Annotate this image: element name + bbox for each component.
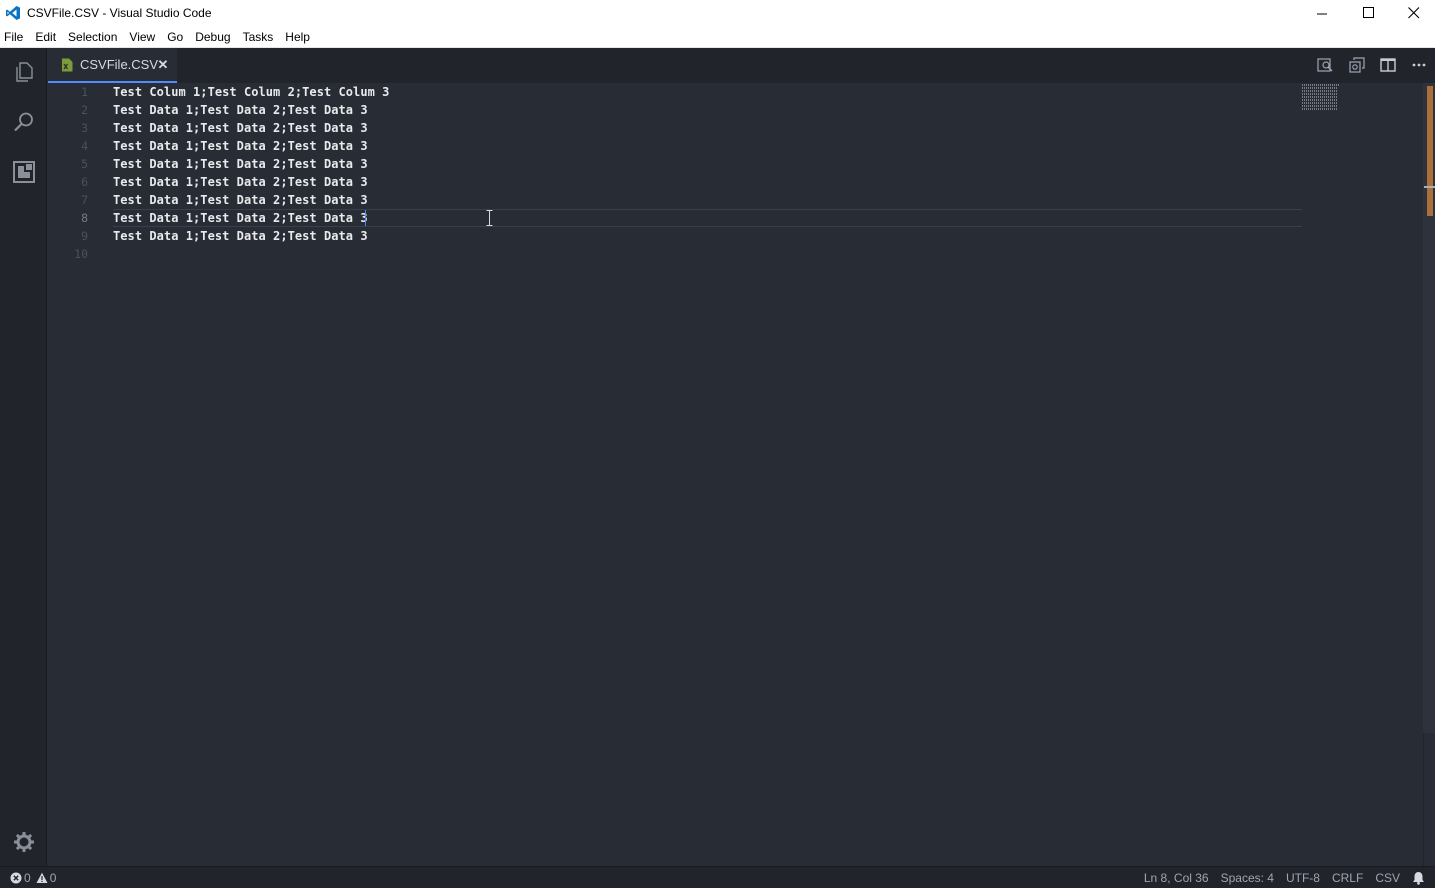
indentation-status[interactable]: Spaces: 4 — [1221, 871, 1274, 885]
csv-file-icon — [62, 58, 73, 71]
split-editor-button[interactable] — [1379, 56, 1397, 74]
more-actions-button[interactable] — [1410, 56, 1428, 74]
warning-icon — [36, 872, 48, 883]
status-bar-right: Ln 8, Col 36 Spaces: 4 UTF-8 CRLF CSV — [1132, 867, 1425, 888]
scrollbar-overview-marker — [1427, 86, 1433, 216]
line-text[interactable]: Test Data 1;Test Data 2;Test Data 3 — [113, 101, 368, 119]
maximize-icon — [1362, 7, 1374, 18]
cursor-position[interactable]: Ln 8, Col 36 — [1144, 871, 1209, 885]
line-text[interactable]: Test Data 1;Test Data 2;Test Data 3 — [113, 227, 368, 245]
text-cursor — [365, 210, 366, 226]
minimize-button[interactable] — [1300, 0, 1345, 26]
minimap[interactable] — [1302, 84, 1340, 110]
tab-label: CSVFile.CSV — [80, 57, 159, 72]
editor-area[interactable]: 1 Test Colum 1;Test Colum 2;Test Colum 3… — [48, 83, 1423, 866]
window-title: CSVFile.CSV - Visual Studio Code — [27, 6, 212, 20]
tab-csvfile[interactable]: CSVFile.CSV ✕ — [48, 48, 177, 83]
line-number: 3 — [81, 121, 88, 135]
line-text[interactable]: Test Colum 1;Test Colum 2;Test Colum 3 — [113, 83, 389, 101]
code-line[interactable]: 5 Test Data 1;Test Data 2;Test Data 3 — [48, 155, 1302, 173]
code-line[interactable]: 2 Test Data 1;Test Data 2;Test Data 3 — [48, 101, 1302, 119]
gear-icon — [13, 832, 34, 852]
title-bar: CSVFile.CSV - Visual Studio Code — [0, 0, 1435, 26]
error-icon — [10, 872, 22, 884]
open-preview-icon — [1317, 58, 1333, 72]
line-number: 8 — [81, 211, 88, 225]
language-mode[interactable]: CSV — [1375, 871, 1400, 885]
line-number: 4 — [81, 139, 88, 153]
menu-tasks[interactable]: Tasks — [237, 26, 280, 48]
split-editor-icon — [1380, 58, 1396, 72]
scrollbar-cursor-marker — [1424, 186, 1435, 188]
eol-status[interactable]: CRLF — [1332, 871, 1363, 885]
extensions-icon — [12, 161, 35, 183]
menu-view[interactable]: View — [123, 26, 161, 48]
vscode-logo-icon — [6, 6, 20, 20]
menu-selection[interactable]: Selection — [62, 26, 123, 48]
code-line-current[interactable]: 8 Test Data 1;Test Data 2;Test Data 3 — [48, 209, 1302, 227]
problems-indicator[interactable]: 0 0 — [10, 867, 61, 888]
line-text[interactable]: Test Data 1;Test Data 2;Test Data 3 — [113, 137, 368, 155]
bell-icon[interactable] — [1412, 871, 1425, 885]
open-changes-button[interactable] — [1348, 56, 1366, 74]
line-number: 9 — [81, 229, 88, 243]
line-number: 5 — [81, 157, 88, 171]
line-text[interactable]: Test Data 1;Test Data 2;Test Data 3 — [113, 119, 368, 137]
tab-bar: CSVFile.CSV ✕ — [48, 48, 1435, 83]
activity-bar — [0, 48, 47, 866]
files-icon — [15, 62, 33, 82]
menu-file[interactable]: File — [0, 26, 29, 48]
code-line[interactable]: 7 Test Data 1;Test Data 2;Test Data 3 — [48, 191, 1302, 209]
error-count: 0 — [24, 871, 31, 885]
line-number: 2 — [81, 103, 88, 117]
encoding-status[interactable]: UTF-8 — [1286, 871, 1320, 885]
code-line[interactable]: 3 Test Data 1;Test Data 2;Test Data 3 — [48, 119, 1302, 137]
status-bar: 0 0 Ln 8, Col 36 Spaces: 4 UTF-8 CRLF CS… — [0, 866, 1435, 888]
code-line[interactable]: 4 Test Data 1;Test Data 2;Test Data 3 — [48, 137, 1302, 155]
close-tab-icon[interactable]: ✕ — [156, 58, 170, 72]
code-line[interactable]: 1 Test Colum 1;Test Colum 2;Test Colum 3 — [48, 83, 1302, 101]
search-button[interactable] — [0, 98, 47, 146]
warning-count: 0 — [49, 871, 57, 885]
open-changes-icon — [1349, 57, 1365, 73]
menu-go[interactable]: Go — [161, 26, 189, 48]
line-number: 7 — [81, 193, 88, 207]
extensions-button[interactable] — [0, 148, 47, 196]
code-line[interactable]: 9 Test Data 1;Test Data 2;Test Data 3 — [48, 227, 1302, 245]
minimize-icon — [1317, 13, 1327, 14]
line-text[interactable]: Test Data 1;Test Data 2;Test Data 3 — [113, 173, 368, 191]
code-line[interactable]: 6 Test Data 1;Test Data 2;Test Data 3 — [48, 173, 1302, 191]
maximize-button[interactable] — [1346, 0, 1391, 26]
line-number: 6 — [81, 175, 88, 189]
close-icon — [1407, 7, 1419, 19]
search-icon — [13, 112, 33, 132]
more-actions-icon — [1412, 63, 1426, 67]
code-line[interactable]: 10 — [48, 245, 1302, 263]
line-number: 10 — [74, 247, 88, 261]
menu-help[interactable]: Help — [279, 26, 316, 48]
menu-edit[interactable]: Edit — [29, 26, 62, 48]
line-text[interactable]: Test Data 1;Test Data 2;Test Data 3 — [113, 191, 368, 209]
open-preview-button[interactable] — [1316, 56, 1334, 74]
explorer-button[interactable] — [0, 48, 47, 96]
line-text[interactable]: Test Data 1;Test Data 2;Test Data 3 — [113, 155, 368, 173]
line-text[interactable]: Test Data 1;Test Data 2;Test Data 3 — [113, 209, 368, 227]
line-number: 1 — [81, 85, 88, 99]
menu-bar: File Edit Selection View Go Debug Tasks … — [0, 26, 1435, 48]
close-window-button[interactable] — [1391, 0, 1435, 26]
menu-debug[interactable]: Debug — [189, 26, 236, 48]
ibeam-cursor-icon — [486, 210, 493, 226]
manage-button[interactable] — [0, 818, 47, 866]
